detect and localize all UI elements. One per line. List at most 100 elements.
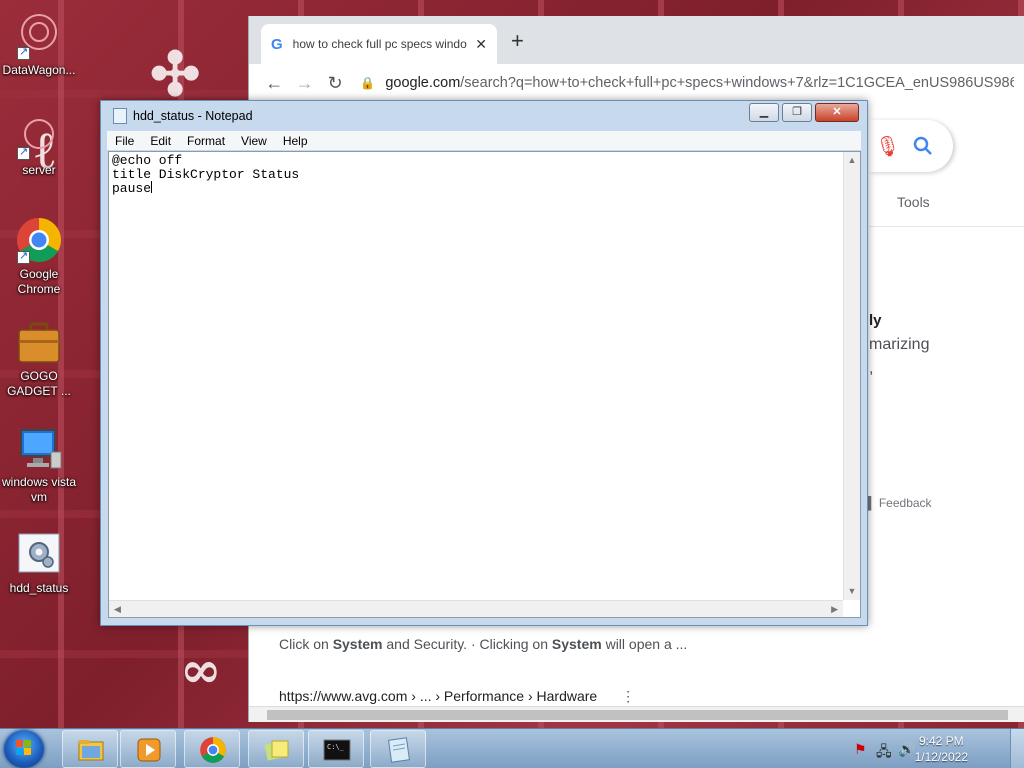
tools-link[interactable]: Tools [897, 194, 930, 210]
shortcut-arrow-icon [17, 249, 30, 264]
desktop-icon-vista-vm[interactable]: windows vista vm [0, 424, 78, 505]
feedback-label: Feedback [878, 496, 932, 510]
close-button[interactable]: ✕ [815, 103, 859, 122]
window-controls: ▁ ❐ ✕ [746, 103, 859, 122]
folder-icon [78, 740, 104, 761]
briefcase-icon [15, 318, 63, 366]
desktop-icon-label: hdd_status [9, 581, 69, 595]
wallpaper-decoration: ∞ [180, 640, 222, 699]
tab-title: how to check full pc specs windo [292, 37, 467, 51]
more-options-icon[interactable]: ⋮ [621, 688, 635, 704]
taskbar-command-prompt[interactable]: C:\_ [308, 730, 364, 768]
text-caret [151, 181, 153, 193]
chrome-toolbar: ← → ↻ 🔒 google.com/search?q=how+to+check… [249, 64, 1024, 102]
window-title: hdd_status - Notepad [133, 109, 253, 123]
scroll-left-icon[interactable]: ◀ [114, 604, 121, 615]
maximize-button[interactable]: ❐ [782, 103, 812, 122]
divider [869, 226, 1024, 227]
close-tab-icon[interactable]: ✕ [475, 36, 487, 53]
system-tray: ⚑ 🖧 🔊 9:42 PM 1/12/2022 [854, 729, 1024, 768]
datawagon-icon [15, 12, 63, 60]
snippet-text: , [869, 360, 874, 377]
scroll-up-icon[interactable]: ▲ [844, 152, 860, 169]
desktop-icon-gogo-gadget[interactable]: GOGO GADGET ... [0, 318, 78, 399]
taskbar-sticky-notes[interactable] [248, 730, 304, 768]
network-icon[interactable]: 🖧 [876, 741, 892, 765]
taskbar-explorer[interactable] [62, 730, 118, 768]
chrome-tabstrip: G how to check full pc specs windo ✕ + [249, 16, 1024, 64]
snippet-text: marizing [869, 336, 930, 353]
computer-icon [15, 424, 63, 472]
mic-icon[interactable]: 🎙 [875, 134, 900, 159]
svg-text:C:\_: C:\_ [327, 743, 345, 751]
search-icon[interactable] [913, 136, 933, 156]
reload-button[interactable]: ↻ [320, 73, 350, 94]
clock-date: 1/12/2022 [914, 750, 968, 764]
chrome-horizontal-scrollbar[interactable] [249, 706, 1024, 722]
desktop-icon-label: GOGO GADGET ... [7, 369, 71, 398]
vertical-scrollbar[interactable]: ▲ ▼ [843, 152, 860, 600]
address-bar[interactable]: 🔒 google.com/search?q=how+to+check+full+… [360, 75, 1014, 91]
start-button[interactable] [4, 730, 44, 768]
result-url[interactable]: https://www.avg.com › ... › Performance … [279, 688, 635, 705]
result-text-bold: System [551, 636, 602, 652]
media-player-icon [137, 738, 161, 762]
volume-icon[interactable]: 🔊 [898, 741, 915, 758]
show-desktop-button[interactable] [1010, 729, 1024, 768]
desktop-icon-server[interactable]: server [0, 112, 78, 178]
search-box[interactable]: 🎙 [869, 120, 953, 172]
result-text: Click on [279, 636, 333, 652]
chrome-icon [200, 737, 226, 763]
horizontal-scrollbar[interactable]: ◀ ▶ [109, 600, 843, 617]
url-host: google.com [385, 75, 461, 91]
taskbar-notepad[interactable] [370, 730, 426, 768]
notepad-window: hdd_status - Notepad ▁ ❐ ✕ File Edit For… [100, 100, 868, 626]
url-path: /search?q=how+to+check+full+pc+specs+win… [460, 75, 1014, 91]
notepad-icon [113, 108, 127, 124]
editor-text: @echo off title DiskCryptor Status pause [112, 153, 300, 196]
lock-icon: 🔒 [360, 76, 376, 90]
back-button[interactable]: ← [259, 73, 289, 94]
new-tab-button[interactable]: + [511, 28, 524, 54]
desktop-icon-datawagon[interactable]: DataWagon... [0, 12, 78, 78]
chrome-tab[interactable]: G how to check full pc specs windo ✕ [261, 24, 497, 64]
taskbar-media-player[interactable] [120, 730, 176, 768]
menu-format[interactable]: Format [179, 134, 233, 148]
result-url-text: https://www.avg.com › ... › Performance … [279, 688, 598, 704]
batch-file-icon [15, 530, 63, 578]
taskbar: C:\_ ⚑ 🖧 🔊 9:42 PM 1/12/2022 [0, 728, 1024, 768]
clock-time: 9:42 PM [918, 734, 964, 748]
shortcut-arrow-icon [17, 145, 30, 160]
text-editor[interactable]: @echo off title DiskCryptor Status pause… [108, 151, 861, 618]
shortcut-arrow-icon [17, 45, 30, 60]
chrome-icon [15, 216, 63, 264]
scroll-down-icon[interactable]: ▼ [844, 583, 860, 600]
menu-view[interactable]: View [233, 134, 275, 148]
desktop-icon-label: windows vista vm [1, 475, 77, 504]
taskbar-chrome[interactable] [184, 730, 240, 768]
minimize-button[interactable]: ▁ [749, 103, 779, 122]
action-center-icon[interactable]: ⚑ [854, 741, 867, 758]
result-snippet: Click on System and Security. · Clicking… [279, 636, 687, 652]
scroll-thumb[interactable] [267, 710, 1008, 720]
menu-file[interactable]: File [107, 134, 142, 148]
desktop-icon-chrome[interactable]: Google Chrome [0, 216, 78, 297]
clock[interactable]: 9:42 PM 1/12/2022 [915, 733, 968, 765]
menubar: File Edit Format View Help [107, 131, 861, 150]
notepad-titlebar[interactable]: hdd_status - Notepad ▁ ❐ ✕ [101, 101, 867, 131]
menu-help[interactable]: Help [275, 134, 316, 148]
result-text: and Security. · Clicking on [382, 636, 552, 652]
editor-content[interactable]: @echo off title DiskCryptor Status pause [109, 152, 860, 198]
menu-edit[interactable]: Edit [142, 134, 179, 148]
scroll-right-icon[interactable]: ▶ [831, 604, 838, 615]
server-icon [15, 112, 63, 160]
feedback-link[interactable]: ▌ Feedback [867, 496, 932, 510]
desktop-icon-hdd-status[interactable]: hdd_status [0, 530, 78, 596]
command-prompt-icon: C:\_ [323, 739, 351, 761]
forward-button[interactable]: → [289, 73, 319, 94]
desktop-icon-label: DataWagon... [2, 63, 76, 77]
google-icon: G [271, 35, 283, 53]
result-text-bold: System [332, 636, 383, 652]
sticky-notes-icon [264, 740, 289, 761]
notepad-icon [387, 737, 411, 763]
